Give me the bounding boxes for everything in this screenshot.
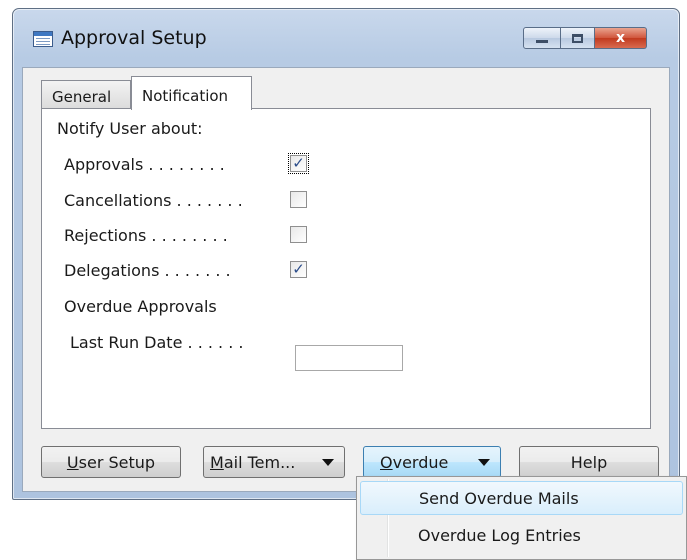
approvals-checkbox[interactable]: ✓ [288, 153, 309, 174]
title-bar[interactable]: Approval Setup x [13, 9, 679, 67]
dropdown-caret-icon [322, 459, 334, 466]
checkmark-icon: ✓ [292, 260, 305, 278]
maximize-icon [572, 33, 583, 43]
tab-notification[interactable]: Notification [131, 76, 252, 110]
overdue-button[interactable]: Overdue [363, 446, 501, 478]
minimize-button[interactable] [523, 27, 561, 49]
window-title: Approval Setup [61, 27, 207, 49]
delegations-checkbox[interactable]: ✓ [290, 261, 307, 278]
help-button[interactable]: Help [519, 446, 659, 478]
approval-setup-window: Approval Setup x General Notification No… [12, 8, 680, 500]
delegations-label: Delegations . . . . . . . [64, 261, 231, 280]
overdue-dropdown-menu: Send Overdue Mails Overdue Log Entries [356, 476, 687, 560]
close-icon: x [615, 30, 626, 46]
notify-heading: Notify User about: [57, 119, 203, 138]
user-setup-button[interactable]: User Setup [41, 446, 181, 478]
approvals-label: Approvals . . . . . . . . [64, 155, 225, 174]
rejections-label: Rejections . . . . . . . . [64, 226, 228, 245]
menu-item-overdue-log-entries[interactable]: Overdue Log Entries [360, 519, 683, 553]
minimize-icon [536, 39, 548, 43]
cancellations-label: Cancellations . . . . . . . [64, 191, 243, 210]
maximize-button[interactable] [561, 27, 595, 49]
notification-panel: Notify User about: Approvals . . . . . .… [41, 108, 651, 429]
tab-general[interactable]: General [41, 80, 131, 108]
checkmark-icon: ✓ [292, 154, 305, 172]
window-app-icon[interactable] [33, 31, 53, 47]
last-run-date-input[interactable] [295, 345, 403, 371]
last-run-date-label: Last Run Date . . . . . . [70, 333, 244, 352]
menu-item-send-overdue-mails[interactable]: Send Overdue Mails [360, 481, 683, 515]
cancellations-checkbox[interactable] [290, 191, 307, 208]
rejections-checkbox[interactable] [290, 226, 307, 243]
overdue-approvals-heading: Overdue Approvals [64, 297, 217, 316]
close-button[interactable]: x [595, 27, 647, 49]
dialog-client-area: General Notification Notify User about: … [22, 67, 670, 492]
dropdown-caret-icon [478, 459, 490, 466]
mail-templates-button[interactable]: Mail Tem... [203, 446, 345, 478]
